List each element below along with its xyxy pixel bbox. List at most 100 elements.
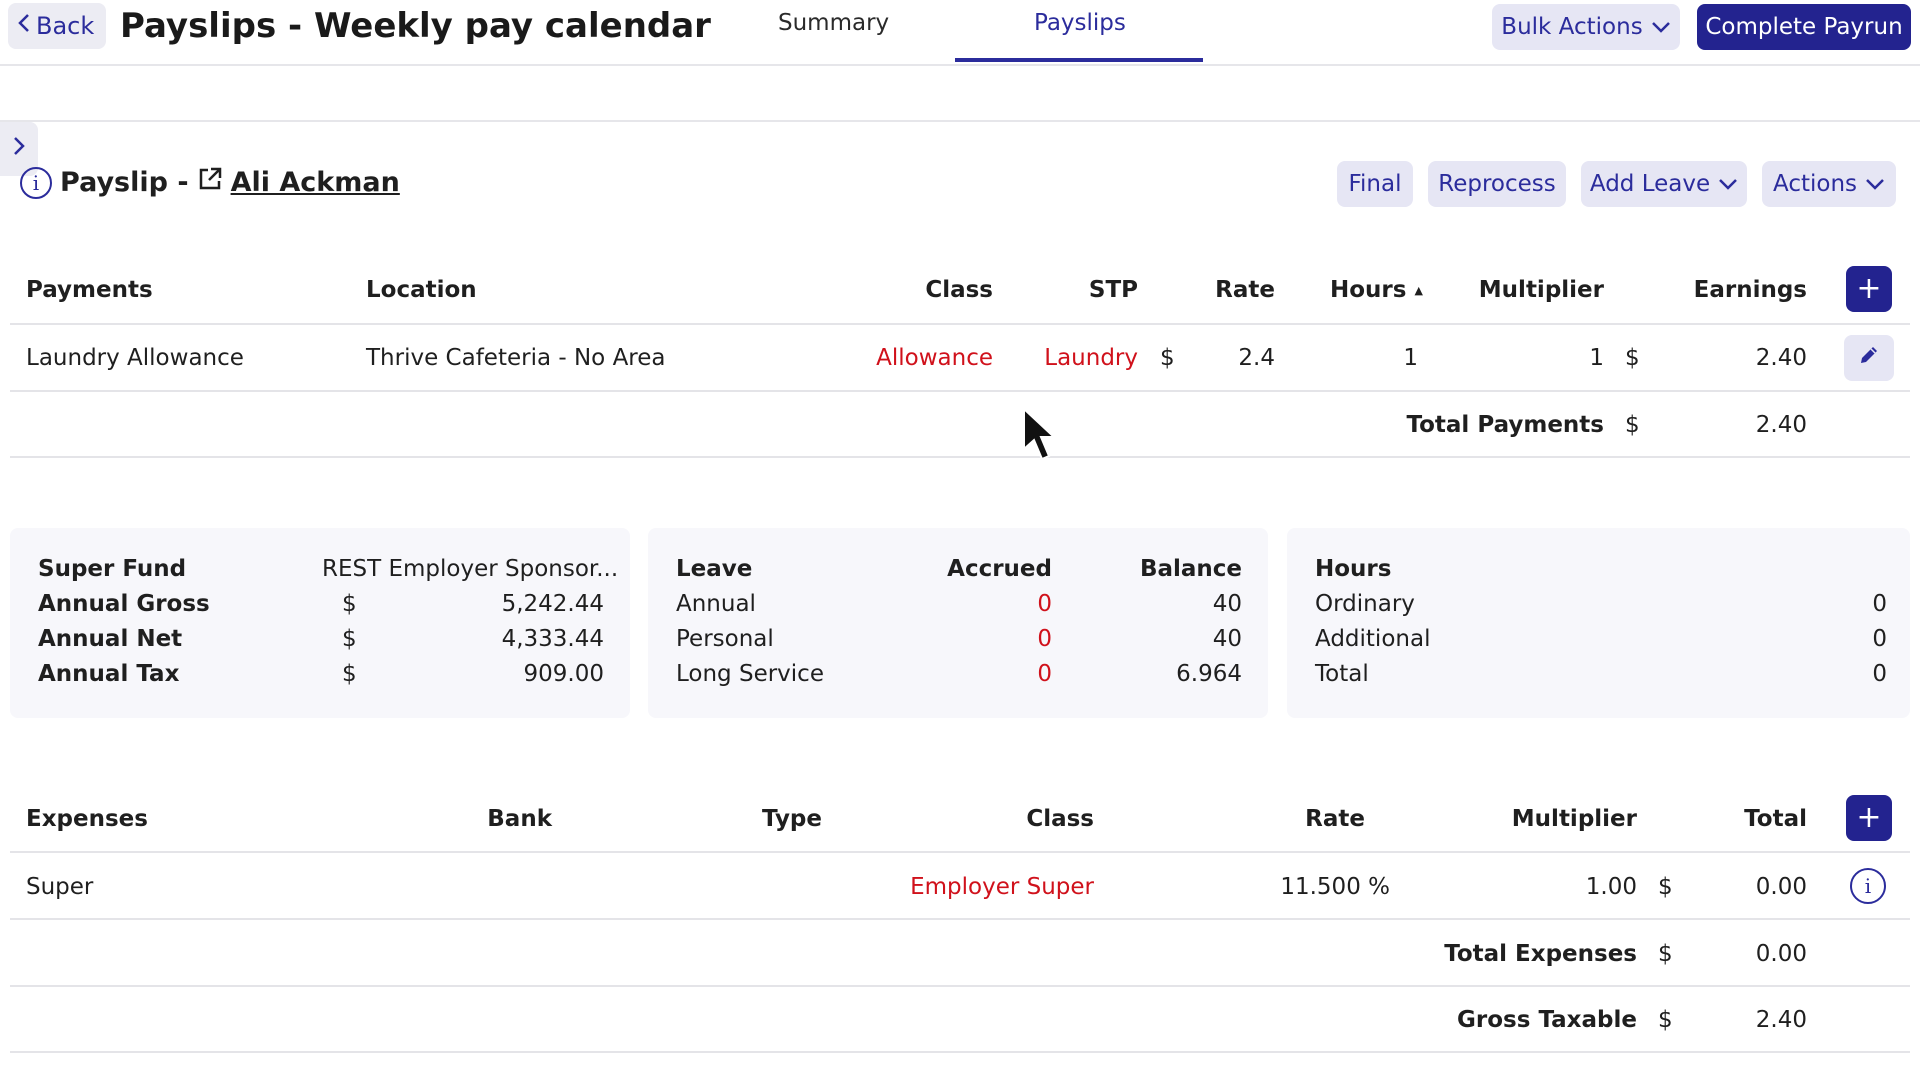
accrued-header: Accrued [947,556,1052,582]
expense-total: 0.00 [1755,874,1807,900]
page-title: Payslips - Weekly pay calendar [120,6,711,46]
leave-type: Annual [676,591,756,617]
hours-summary-card: Hours Ordinary 0 Additional 0 Total 0 [1287,528,1910,718]
expense-currency: $ [1658,874,1673,900]
super-summary-card: Super Fund REST Employer Sponsor... Annu… [10,528,630,718]
row-divider [10,323,1910,325]
gross-taxable-label: Gross Taxable [1457,1007,1637,1033]
leave-summary-card: Leave Accrued Balance Annual 0 40 Person… [648,528,1268,718]
expense-name: Super [26,874,94,900]
annual-tax-label: Annual Tax [38,661,180,687]
final-button[interactable]: Final [1337,161,1413,207]
bulk-actions-button[interactable]: Bulk Actions [1492,4,1680,50]
total-payments-currency: $ [1625,412,1640,438]
leave-header: Leave [676,556,753,582]
leave-balance: 40 [1212,591,1242,617]
total-expenses-label: Total Expenses [1444,941,1637,967]
col-type: Type [761,806,822,832]
annual-gross-currency: $ [342,591,357,617]
leave-accrued: 0 [1037,661,1052,687]
total-expenses-currency: $ [1658,941,1673,967]
col-payments: Payments [26,277,153,303]
add-expense-button[interactable]: + [1846,795,1892,841]
reprocess-button[interactable]: Reprocess [1428,161,1566,207]
actions-label: Actions [1772,171,1857,197]
annual-net-value: 4,333.44 [501,626,604,652]
active-tab-indicator [955,58,1203,62]
tab-payslips[interactable]: Payslips [1034,10,1126,36]
hours-header: Hours [1315,556,1392,582]
col-location: Location [366,277,477,303]
payment-location: Thrive Cafeteria - No Area [366,345,666,371]
col-total: Total [1744,806,1807,832]
payment-multiplier: 1 [1589,345,1604,371]
expense-multiplier: 1.00 [1585,874,1637,900]
col-multiplier: Multiplier [1511,806,1637,832]
col-class: Class [925,277,993,303]
complete-payrun-button[interactable]: Complete Payrun [1697,4,1911,50]
chevron-left-icon [16,12,32,40]
total-payments-label: Total Payments [1406,412,1604,438]
payment-hours: 1 [1403,345,1418,371]
row-divider [10,390,1910,392]
section-divider [0,120,1920,122]
mouse-cursor-icon [1022,406,1057,471]
total-expenses-value: 0.00 [1755,941,1807,967]
info-icon[interactable]: i [20,166,52,199]
col-multiplier: Multiplier [1478,277,1604,303]
add-payment-button[interactable]: + [1846,266,1892,312]
sort-ascending-icon: ▲ [1414,284,1423,297]
row-divider [10,1051,1910,1053]
chevron-right-icon [12,135,26,163]
annual-net-label: Annual Net [38,626,183,652]
bulk-actions-label: Bulk Actions [1501,14,1643,40]
leave-accrued: 0 [1037,591,1052,617]
col-hours[interactable]: Hours ▲ [1330,277,1423,303]
annual-net-currency: $ [342,626,357,652]
tab-summary[interactable]: Summary [778,10,889,36]
col-rate: Rate [1215,277,1275,303]
annual-tax-value: 909.00 [523,661,604,687]
col-rate: Rate [1305,806,1365,832]
add-leave-button[interactable]: Add Leave [1581,161,1747,207]
add-leave-label: Add Leave [1589,171,1711,197]
edit-payment-button[interactable] [1844,335,1894,381]
rate-currency: $ [1160,345,1175,371]
actions-button[interactable]: Actions [1762,161,1896,207]
hours-value: 0 [1872,661,1887,687]
earnings-currency: $ [1625,345,1640,371]
payment-class: Allowance [876,345,993,371]
row-divider [10,851,1910,853]
expense-rate: 11.500 % [1280,874,1390,900]
col-earnings: Earnings [1693,277,1807,303]
hours-value: 0 [1872,591,1887,617]
balance-header: Balance [1139,556,1242,582]
gross-taxable-value: 2.40 [1755,1007,1807,1033]
back-button[interactable]: Back [8,3,107,49]
back-label: Back [36,12,95,40]
hours-label: Ordinary [1315,591,1415,617]
payment-rate: 2.4 [1238,345,1275,371]
info-icon[interactable]: i [1850,868,1886,904]
col-class: Class [1026,806,1094,832]
super-fund-value: REST Employer Sponsor... [322,556,619,582]
external-link-icon[interactable] [197,166,223,199]
col-hours-label: Hours [1330,277,1407,303]
super-fund-label: Super Fund [38,556,187,582]
col-bank: Bank [487,806,552,832]
row-divider [10,918,1910,920]
leave-balance: 6.964 [1176,661,1242,687]
plus-icon: + [1856,800,1882,835]
payment-earnings: 2.40 [1755,345,1807,371]
plus-icon: + [1856,271,1882,306]
payment-name: Laundry Allowance [26,345,244,371]
payslip-heading: i Payslip - Ali Ackman [20,166,400,199]
employee-link[interactable]: Ali Ackman [231,167,400,198]
expense-class: Employer Super [910,874,1094,900]
hours-value: 0 [1872,626,1887,652]
row-divider [10,456,1910,458]
payment-stp: Laundry [1044,345,1138,371]
chevron-down-icon [1651,14,1671,40]
chevron-down-icon [1865,171,1885,197]
total-payments-value: 2.40 [1755,412,1807,438]
